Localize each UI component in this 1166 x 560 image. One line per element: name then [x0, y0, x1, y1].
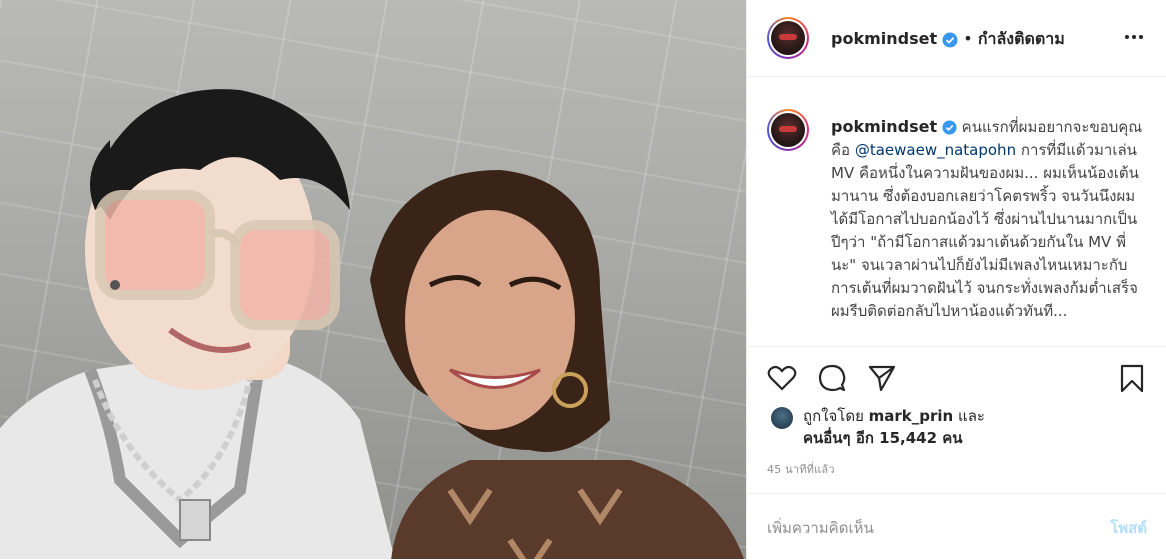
- more-horizontal-icon: [1125, 35, 1143, 39]
- avatar-photo: [771, 113, 805, 147]
- post-header: pokmindset • กำลังติดตาม: [747, 0, 1166, 77]
- caption-avatar[interactable]: [767, 109, 809, 151]
- likes-and: และ: [958, 407, 985, 425]
- verified-badge-icon: [942, 32, 958, 47]
- liker-link[interactable]: mark_prin: [869, 407, 954, 425]
- others-likes-link[interactable]: คนอื่นๆ อีก 15,442 คน: [803, 427, 963, 449]
- comment-icon[interactable]: [817, 363, 847, 393]
- instagram-post: pokmindset • กำลังติดตาม pokmindset คนแร…: [0, 0, 1166, 559]
- username-link[interactable]: pokmindset: [831, 29, 937, 48]
- caption-text: pokmindset คนแรกที่ผมอยากจะขอบคุณคือ @ta…: [831, 115, 1151, 323]
- liker-avatar[interactable]: [771, 407, 793, 429]
- action-bar: [747, 346, 1166, 407]
- verified-badge-icon: [942, 120, 957, 135]
- caption-username-link[interactable]: pokmindset: [831, 117, 937, 136]
- header-user-line: pokmindset • กำลังติดตาม: [831, 27, 1065, 52]
- heart-icon[interactable]: [767, 363, 797, 393]
- avatar-photo: [771, 21, 805, 55]
- post-timestamp[interactable]: 45 นาทีที่แล้ว: [767, 460, 835, 478]
- post-comment-button[interactable]: โพสต์: [1110, 516, 1147, 540]
- caption-body-rest: การที่มีแด้วมาเล่น MV คือหนึ่งในความฝันข…: [831, 141, 1139, 320]
- comment-box: เพิ่มความคิดเห็น โพสต์: [747, 493, 1166, 560]
- post-photo[interactable]: [0, 0, 746, 559]
- follow-separator: •: [963, 29, 973, 48]
- avatar[interactable]: [767, 17, 809, 59]
- mention-link[interactable]: @taewaew_natapohn: [855, 141, 1016, 159]
- likes-prefix: ถูกใจโดย: [803, 407, 864, 425]
- caption-section: pokmindset คนแรกที่ผมอยากจะขอบคุณคือ @ta…: [747, 77, 1166, 345]
- person-right-illustration: [370, 170, 744, 559]
- share-icon[interactable]: [867, 363, 897, 393]
- more-options-button[interactable]: [1123, 26, 1145, 53]
- comment-input[interactable]: เพิ่มความคิดเห็น: [767, 516, 874, 540]
- following-button[interactable]: กำลังติดตาม: [978, 29, 1065, 48]
- likes-line: ถูกใจโดย mark_prin และ: [803, 405, 1153, 427]
- bookmark-icon[interactable]: [1117, 363, 1147, 393]
- post-side-panel: pokmindset • กำลังติดตาม pokmindset คนแร…: [746, 0, 1166, 559]
